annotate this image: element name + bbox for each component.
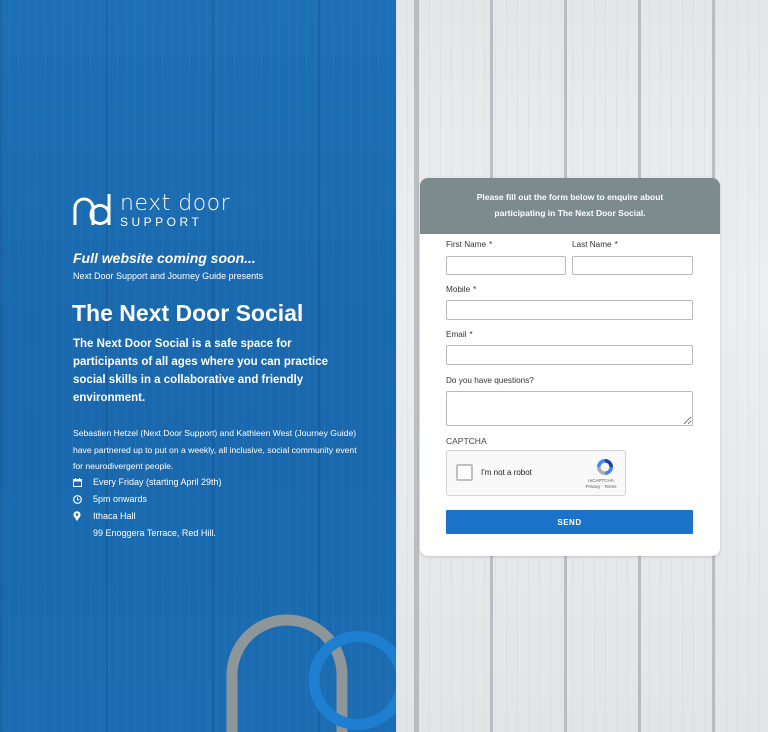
nd-watermark-icon <box>226 614 396 732</box>
event-venue: Ithaca Hall <box>73 511 136 521</box>
mobile-label: Mobile * <box>446 285 477 294</box>
first-name-input[interactable] <box>446 256 566 275</box>
last-name-label: Last Name * <box>572 240 618 249</box>
presents-text: Next Door Support and Journey Guide pres… <box>73 271 264 281</box>
description-text: Sebastien Hetzel (Next Door Support) and… <box>73 428 357 472</box>
send-button[interactable]: SEND <box>446 510 693 534</box>
left-panel: next door SUPPORT Full website coming so… <box>0 0 396 732</box>
questions-label: Do you have questions? <box>446 376 534 385</box>
event-venue-text: Ithaca Hall <box>93 511 136 521</box>
form-heading-text: Please fill out the form below to enquir… <box>476 192 664 218</box>
event-time-text: 5pm onwards <box>93 494 148 504</box>
calendar-icon <box>73 477 87 487</box>
brand-logo[interactable]: next door SUPPORT <box>72 192 230 228</box>
page-title: The Next Door Social <box>72 300 304 326</box>
intro-text: The Next Door Social is a safe space for… <box>73 338 329 404</box>
event-time: 5pm onwards <box>73 494 147 504</box>
coming-soon-text: Full website coming soon... <box>73 250 256 266</box>
event-date: Every Friday (starting April 29th) <box>73 477 222 487</box>
email-label: Email * <box>446 330 473 339</box>
recaptcha-checkbox[interactable] <box>456 464 473 481</box>
clock-icon <box>73 494 87 504</box>
nd-logo-icon <box>73 194 111 225</box>
logo-text-bottom: SUPPORT <box>120 214 203 229</box>
mobile-input[interactable] <box>446 300 693 320</box>
form-heading: Please fill out the form below to enquir… <box>420 178 720 234</box>
questions-textarea[interactable] <box>446 391 693 426</box>
logo-text-top: next door <box>120 190 231 216</box>
event-address-text: 99 Enoggera Terrace, Red Hill. <box>93 528 216 538</box>
captcha-label: CAPTCHA <box>446 436 487 446</box>
recaptcha-brand: reCAPTCHA Privacy - Terms <box>581 478 621 490</box>
enquiry-form: Please fill out the form below to enquir… <box>420 178 720 556</box>
recaptcha-widget: I'm not a robot reCAPTCHA Privacy - Term… <box>446 450 626 496</box>
first-name-label: First Name * <box>446 240 493 249</box>
event-date-text: Every Friday (starting April 29th) <box>93 477 222 487</box>
recaptcha-text: I'm not a robot <box>481 468 532 477</box>
last-name-input[interactable] <box>572 256 693 275</box>
recaptcha-links[interactable]: Privacy - Terms <box>581 484 621 490</box>
map-pin-icon <box>73 511 87 521</box>
email-input[interactable] <box>446 345 693 365</box>
